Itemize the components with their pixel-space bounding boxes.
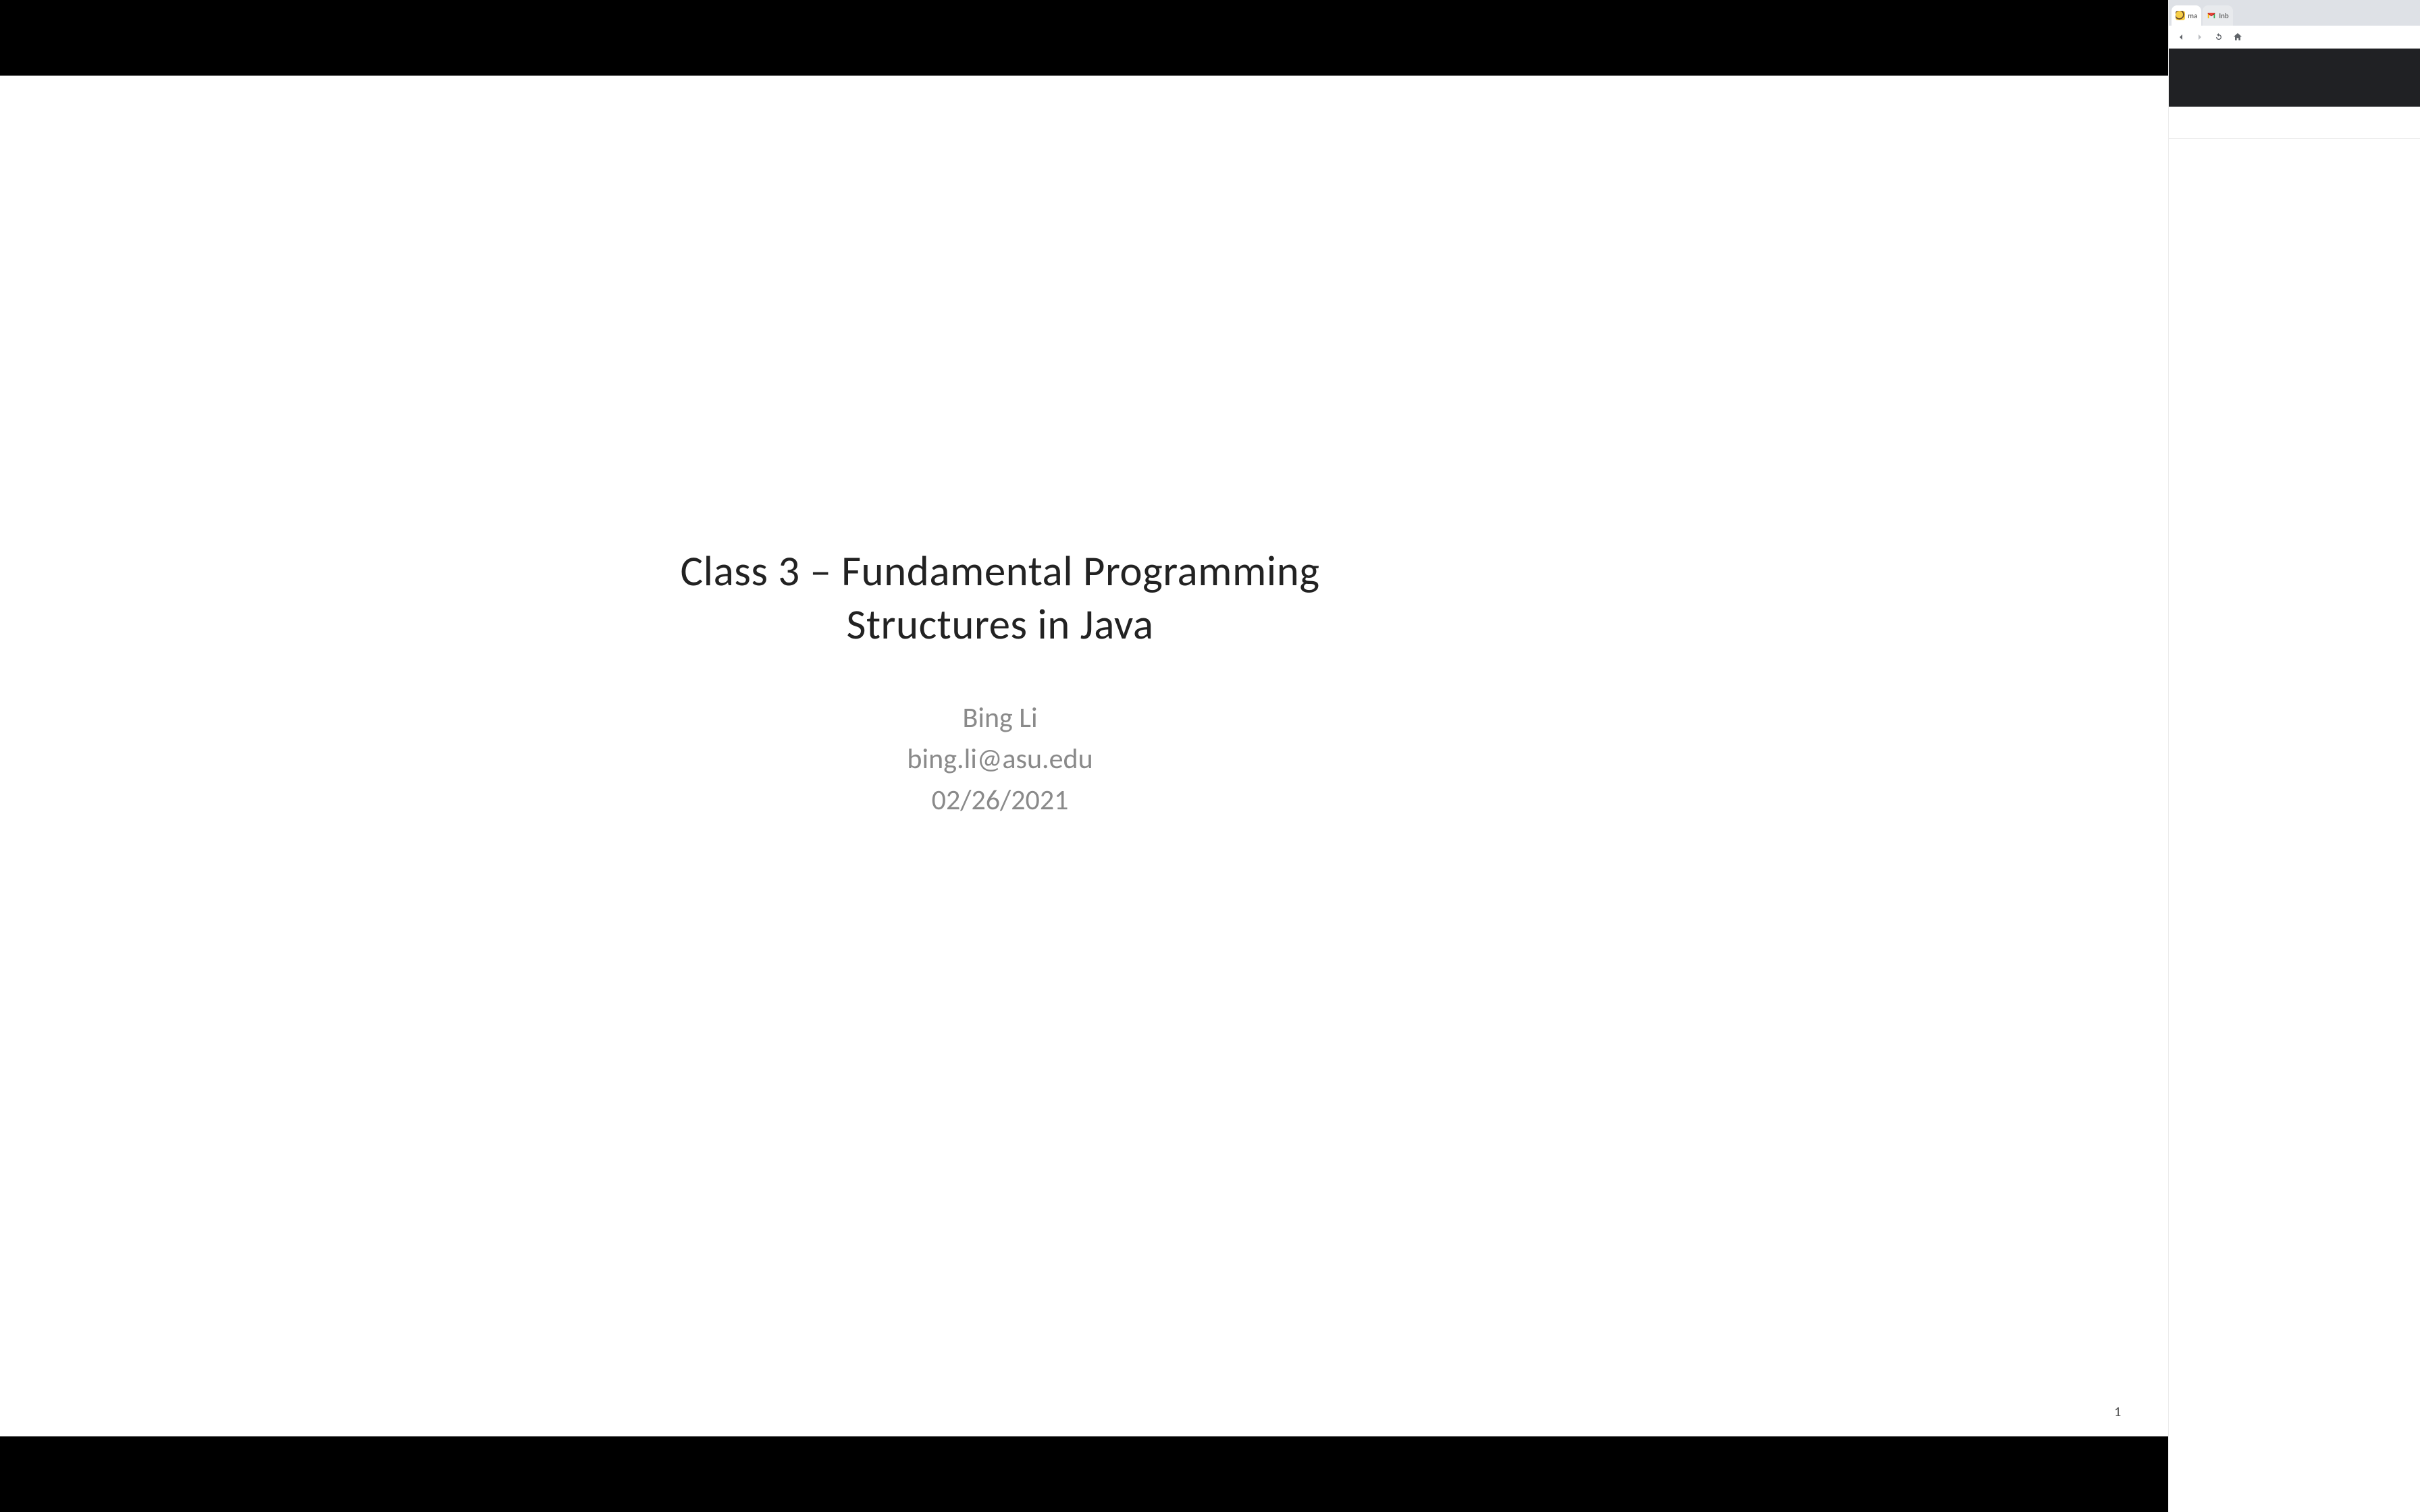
tab-label: Inb bbox=[2219, 11, 2228, 20]
arrow-right-icon bbox=[2194, 32, 2205, 43]
gmail-icon bbox=[2207, 11, 2216, 20]
browser-window-strip: ma Inb bbox=[2168, 0, 2420, 1512]
slide[interactable]: Class 3 – Fundamental Programming Struct… bbox=[0, 76, 2168, 1436]
date: 02/26/2021 bbox=[217, 780, 1783, 821]
title-line-2: Structures in Java bbox=[847, 598, 1154, 650]
stage: Class 3 – Fundamental Programming Struct… bbox=[0, 0, 2420, 1512]
title-line-1: Class 3 – Fundamental Programming bbox=[681, 545, 1320, 597]
author: Bing Li bbox=[217, 698, 1783, 739]
browser-toolbar bbox=[2169, 26, 2420, 49]
reload-icon bbox=[2213, 32, 2224, 43]
tab-label: ma bbox=[2188, 11, 2197, 20]
back-button[interactable] bbox=[2174, 30, 2188, 44]
page-header-dark-band bbox=[2169, 49, 2420, 107]
page-panel-row bbox=[2169, 139, 2420, 171]
email: bing.li@asu.edu bbox=[217, 739, 1783, 780]
browser-tab-0[interactable]: ma bbox=[2172, 5, 2201, 26]
tab-strip: ma Inb bbox=[2169, 0, 2420, 26]
arrow-left-icon bbox=[2176, 32, 2186, 43]
slide-title: Class 3 – Fundamental Programming Struct… bbox=[217, 545, 1783, 651]
home-button[interactable] bbox=[2231, 30, 2244, 44]
page-number: 1 bbox=[2114, 1404, 2121, 1420]
page-panel-row bbox=[2169, 107, 2420, 139]
reload-button[interactable] bbox=[2212, 30, 2226, 44]
forward-button[interactable] bbox=[2193, 30, 2207, 44]
home-icon bbox=[2232, 32, 2243, 43]
browser-tab-1[interactable]: Inb bbox=[2203, 5, 2232, 26]
favicon-generic-icon bbox=[2176, 11, 2185, 20]
presentation-viewport: Class 3 – Fundamental Programming Struct… bbox=[0, 0, 2168, 1512]
slide-subtext: Bing Li bing.li@asu.edu 02/26/2021 bbox=[217, 698, 1783, 821]
